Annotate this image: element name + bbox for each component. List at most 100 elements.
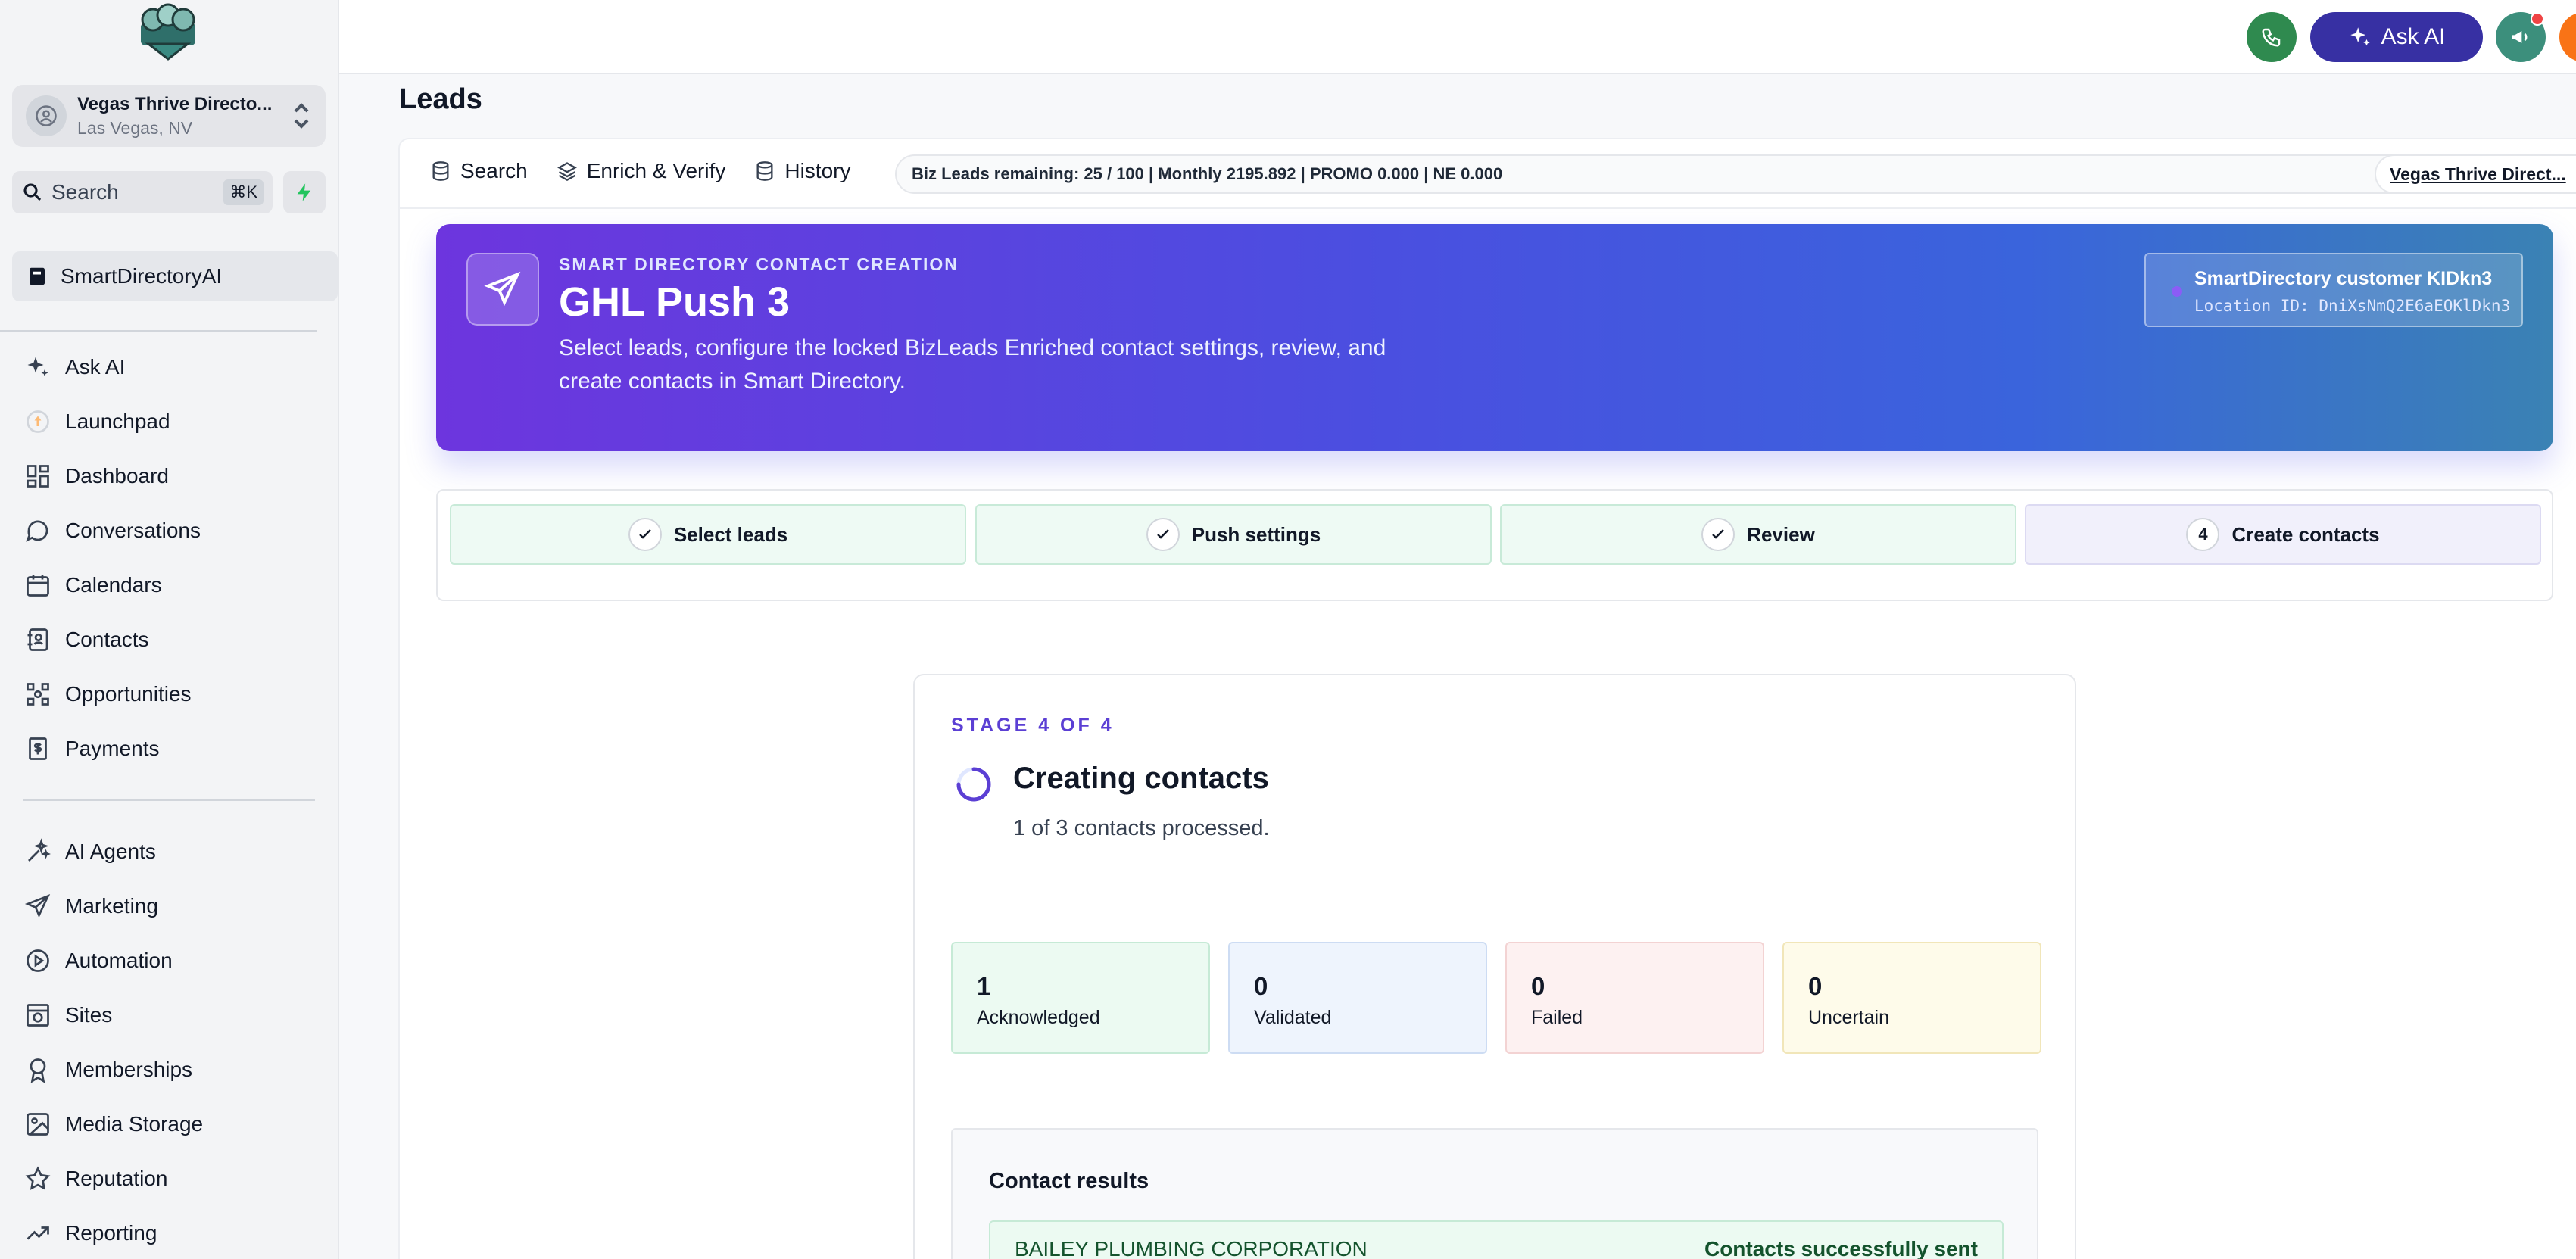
opportunities-icon: [27, 683, 49, 706]
ask-ai-button[interactable]: Ask AI: [2310, 12, 2483, 62]
phone-button[interactable]: [2247, 12, 2297, 62]
step-label: Review: [1747, 522, 1815, 546]
loading-spinner-icon: [956, 767, 991, 802]
sidebar-item-sites[interactable]: Sites: [12, 994, 323, 1036]
push-hero-banner: SMART DIRECTORY CONTACT CREATION GHL Pus…: [436, 224, 2553, 451]
processed-count: 1 of 3 contacts processed.: [1013, 816, 1270, 840]
stat-value: 0: [1808, 972, 1823, 1000]
sidebar-item-label: Launchpad: [65, 410, 170, 433]
sidebar-item-opportunities[interactable]: Opportunities: [12, 673, 323, 715]
sidebar-item-dashboard[interactable]: Dashboard: [12, 455, 323, 497]
sidebar-item-label: Reporting: [65, 1221, 157, 1245]
status-dot: [2172, 286, 2182, 297]
sidebar-item-memberships[interactable]: Memberships: [12, 1049, 323, 1091]
stat-failed: 0 Failed: [1505, 942, 1764, 1054]
bell-icon: [2572, 25, 2576, 49]
sidebar-item-launchpad[interactable]: Launchpad: [12, 400, 323, 443]
step-label: Create contacts: [2231, 522, 2380, 546]
creating-contacts-panel: STAGE 4 OF 4 Creating contacts 1 of 3 co…: [913, 674, 2076, 1259]
check-icon: [628, 518, 662, 551]
account-switcher[interactable]: Vegas Thrive Directo... Las Vegas, NV: [12, 85, 326, 147]
step-select-leads[interactable]: Select leads: [450, 504, 966, 565]
tab-label: Enrich & Verify: [586, 159, 726, 182]
chat-icon: [26, 520, 48, 542]
results-title: Contact results: [989, 1169, 1149, 1193]
step-label: Push settings: [1191, 522, 1321, 546]
account-location: Las Vegas, NV: [77, 117, 193, 138]
sidebar-item-payments[interactable]: Payments: [12, 728, 323, 770]
sidebar-item-marketing[interactable]: Marketing: [12, 885, 323, 927]
sidebar-item-calendars[interactable]: Calendars: [12, 564, 323, 606]
stat-uncertain: 0 Uncertain: [1782, 942, 2041, 1054]
announcements-button[interactable]: [2496, 12, 2546, 62]
step-number: 4: [2186, 518, 2220, 551]
sidebar-item-ask-ai[interactable]: Ask AI: [12, 346, 323, 388]
sidebar-item-label: SmartDirectoryAI: [61, 264, 223, 288]
sidebar-item-smartdirectoryai[interactable]: SmartDirectoryAI: [12, 251, 338, 301]
sidebar-search[interactable]: Search ⌘K: [12, 171, 273, 213]
hero-description: Select leads, configure the locked BizLe…: [559, 335, 1386, 394]
sparkle-icon: [27, 357, 48, 376]
sidebar-item-reputation[interactable]: Reputation: [12, 1158, 323, 1200]
stat-value: 0: [1254, 972, 1268, 1000]
database-icon: [432, 161, 449, 181]
sidebar-item-automation[interactable]: Automation: [12, 940, 323, 982]
sidebar-item-label: Marketing: [65, 894, 158, 918]
grid-icon: [27, 465, 49, 488]
check-icon: [1701, 518, 1736, 551]
sidebar-item-reporting[interactable]: Reporting: [12, 1212, 323, 1254]
database-icon: [756, 161, 773, 181]
tab-label: Search: [460, 159, 528, 182]
result-business-name: BAILEY PLUMBING CORPORATION: [1015, 1237, 1368, 1259]
sidebar-item-label: Media Storage: [65, 1112, 204, 1136]
topbar: Ask AI: [339, 0, 2576, 74]
contacts-icon: [27, 628, 48, 651]
step-review[interactable]: Review: [1500, 504, 2016, 565]
quick-actions-button[interactable]: [283, 171, 326, 213]
location-id: Location ID: DniXsNmQ2E6aEOKlDkn3: [2194, 297, 2511, 315]
stat-acknowledged: 1 Acknowledged: [951, 942, 1210, 1054]
app-logo[interactable]: [133, 0, 203, 62]
tab-search[interactable]: Search: [430, 159, 528, 183]
search-label: Search: [51, 180, 119, 204]
notification-dot: [2531, 12, 2544, 26]
trend-icon: [27, 1226, 49, 1240]
sidebar-item-media-storage[interactable]: Media Storage: [12, 1103, 323, 1145]
result-row: BAILEY PLUMBING CORPORATION Contacts suc…: [989, 1220, 2004, 1259]
check-icon: [1146, 518, 1180, 551]
step-create-contacts[interactable]: 4 Create contacts: [2025, 504, 2541, 565]
hero-eyebrow: SMART DIRECTORY CONTACT CREATION: [559, 254, 959, 274]
search-shortcut: ⌘K: [223, 179, 264, 205]
tab-enrich-verify[interactable]: Enrich & Verify: [557, 159, 726, 183]
step-push-settings[interactable]: Push settings: [975, 504, 1492, 565]
megaphone-icon: [2512, 31, 2528, 43]
tab-history[interactable]: History: [754, 159, 850, 183]
sidebar-item-label: Reputation: [65, 1167, 168, 1190]
biz-leads-status: Biz Leads remaining: 25 / 100 | Monthly …: [895, 154, 2576, 194]
location-link[interactable]: Vegas Thrive Direct...: [2375, 154, 2576, 194]
sidebar-item-ai-agents[interactable]: AI Agents: [12, 831, 323, 873]
ask-ai-label: Ask AI: [2381, 24, 2446, 49]
sidebar-item-contacts[interactable]: Contacts: [12, 619, 323, 661]
customer-badge: SmartDirectory customer KIDkn3 Location …: [2144, 253, 2523, 327]
payments-icon: [29, 737, 47, 760]
sidebar-item-label: Memberships: [65, 1058, 193, 1081]
stat-label: Validated: [1254, 1007, 1332, 1028]
search-icon: [23, 183, 42, 201]
sidebar-divider: [0, 330, 317, 332]
layers-icon: [557, 162, 577, 182]
customer-name: SmartDirectory customer KIDkn3: [2194, 268, 2493, 289]
panel-title: Creating contacts: [1013, 762, 1269, 795]
contact-results: Contact results BAILEY PLUMBING CORPORAT…: [951, 1128, 2038, 1259]
account-name: Vegas Thrive Directo...: [77, 93, 273, 114]
sidebar-item-label: Contacts: [65, 628, 149, 651]
sites-icon: [27, 1004, 49, 1027]
award-icon: [30, 1058, 46, 1083]
sidebar-item-conversations[interactable]: Conversations: [12, 510, 323, 552]
calendar-icon: [27, 575, 49, 597]
rocket-icon: [27, 410, 49, 433]
sidebar: Vegas Thrive Directo... Las Vegas, NV Se…: [0, 0, 339, 1259]
hero-title: GHL Push 3: [559, 279, 791, 325]
send-icon: [466, 253, 539, 326]
notifications-button[interactable]: [2559, 12, 2576, 62]
